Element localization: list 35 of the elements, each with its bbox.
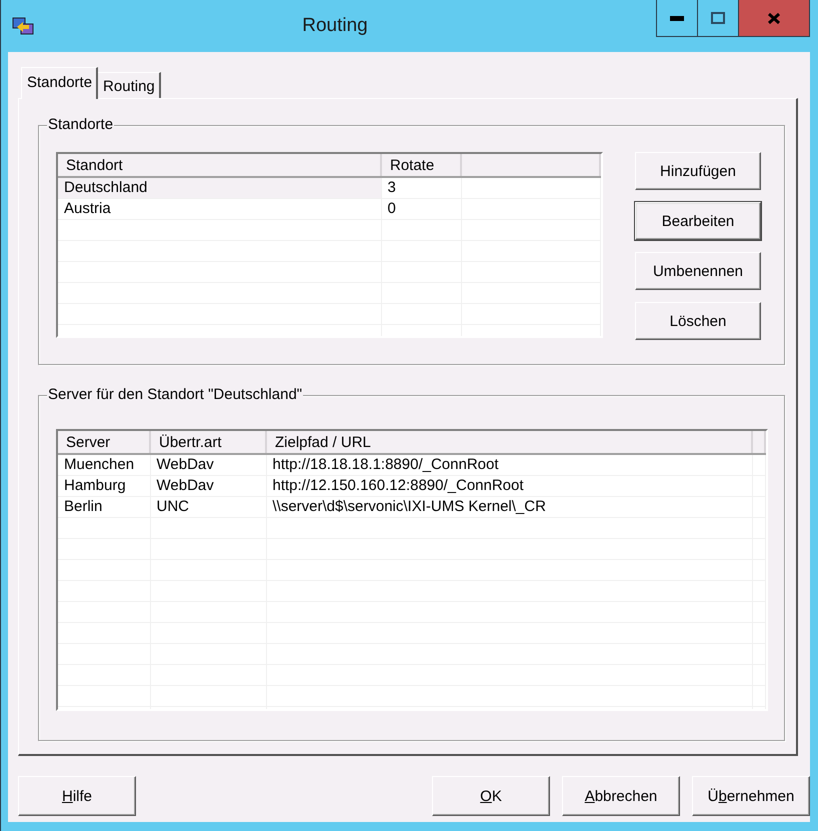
column-header[interactable]: Zielpfad / URL bbox=[266, 431, 752, 454]
table-cell: Berlin bbox=[58, 496, 150, 518]
column-header[interactable]: Rotate bbox=[381, 154, 461, 177]
column-header[interactable]: Übertr.art bbox=[150, 431, 266, 454]
table-cell: WebDav bbox=[150, 454, 266, 476]
table-cell: http://12.150.160.12:8890/_ConnRoot bbox=[266, 476, 752, 496]
close-icon bbox=[767, 12, 781, 24]
ok-button[interactable]: OK bbox=[432, 776, 550, 816]
tab[interactable]: Standorte bbox=[21, 67, 98, 99]
minimize-icon bbox=[670, 16, 684, 20]
apply-button[interactable]: Übernehmen bbox=[692, 776, 810, 816]
column-header[interactable]: Server bbox=[58, 431, 150, 454]
column-header[interactable]: Standort bbox=[58, 154, 381, 177]
table-cell: Deutschland bbox=[58, 177, 381, 198]
app-icon bbox=[12, 15, 34, 37]
minimize-button[interactable] bbox=[656, 0, 698, 37]
table-cell: Hamburg bbox=[58, 476, 150, 496]
add-button[interactable]: Hinzufügen bbox=[635, 152, 761, 190]
window-title: Routing bbox=[301, 15, 369, 37]
edit-button[interactable]: Bearbeiten bbox=[635, 202, 761, 240]
table-cell: http://18.18.18.1:8890/_ConnRoot bbox=[266, 454, 752, 476]
table-cell: UNC bbox=[150, 496, 266, 518]
close-button[interactable] bbox=[739, 0, 810, 37]
help-button[interactable]: Hilfe bbox=[18, 776, 136, 816]
tab[interactable]: Routing bbox=[97, 72, 161, 98]
table-cell: WebDav bbox=[150, 476, 266, 496]
table-cell: Austria bbox=[58, 198, 381, 220]
rename-button[interactable]: Umbenennen bbox=[635, 252, 761, 290]
table-cell: Muenchen bbox=[58, 454, 150, 476]
maximize-icon bbox=[711, 12, 725, 24]
table-cell: 0 bbox=[381, 198, 461, 220]
table-cell: \\server\d$\servonic\IXI-UMS Kernel\_CR bbox=[266, 496, 752, 518]
table-cell: 3 bbox=[381, 177, 461, 198]
cancel-button[interactable]: Abbrechen bbox=[562, 776, 680, 816]
delete-button[interactable]: Löschen bbox=[635, 302, 761, 340]
